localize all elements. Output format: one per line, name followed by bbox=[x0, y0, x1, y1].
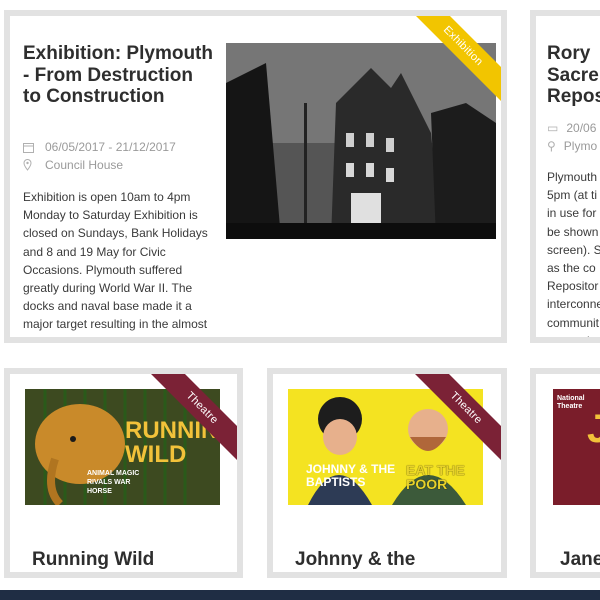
map-pin-icon: ⚲ bbox=[547, 139, 556, 153]
poster-title-text: RUNNING WILD bbox=[125, 417, 220, 468]
poster-letter-text: J bbox=[587, 409, 600, 449]
side-desc-line: as the co bbox=[547, 261, 596, 276]
map-pin-icon bbox=[23, 159, 35, 171]
calendar-icon bbox=[23, 142, 35, 153]
event-title[interactable]: Johnny & the bbox=[295, 549, 415, 571]
side-title-line: Repos bbox=[547, 86, 600, 107]
event-date-text: 06/05/2017 - 21/12/2017 bbox=[45, 140, 176, 154]
side-title-line: Sacre bbox=[547, 64, 599, 86]
side-desc-line: interconne bbox=[547, 297, 600, 312]
event-date: 06/05/2017 - 21/12/2017 bbox=[23, 140, 176, 154]
calendar-icon: ▭ bbox=[547, 121, 559, 135]
event-title[interactable]: Jane bbox=[560, 549, 600, 571]
side-desc-line: Plymouth bbox=[547, 170, 598, 184]
event-card-jane[interactable]: National Theatre J Jane bbox=[530, 368, 600, 578]
event-card-johnny-baptists[interactable]: JOHNNY & THE BAPTISTS EAT THE POOR Theat… bbox=[267, 368, 507, 578]
page-bottom-bar bbox=[0, 590, 600, 600]
event-poster[interactable]: National Theatre J bbox=[553, 389, 600, 505]
event-description: Exhibition is open 10am to 4pm Monday to… bbox=[23, 190, 208, 343]
poster-left-text: JOHNNY & THE BAPTISTS bbox=[306, 462, 396, 489]
side-desc-line: 5pm (at ti bbox=[547, 188, 598, 203]
side-event-location: ⚲ Plymo bbox=[547, 139, 597, 153]
event-title[interactable]: Running Wild bbox=[32, 549, 154, 571]
side-desc-line: out again bbox=[547, 333, 597, 343]
event-card-running-wild[interactable]: RUNNING WILD ANIMAL MAGIC RIVALS WAR HOR… bbox=[4, 368, 243, 578]
event-location-text: Council House bbox=[45, 158, 124, 172]
side-event-date: ▭ 20/06 bbox=[547, 121, 596, 135]
side-desc-line: be shown bbox=[547, 224, 599, 239]
poster-subtitle-text: ANIMAL MAGIC RIVALS WAR HORSE bbox=[87, 470, 140, 495]
side-event-date-text: 20/06 bbox=[566, 121, 597, 135]
side-event-description: Plymouth 5pm (at ti in use for be shown … bbox=[547, 168, 600, 343]
event-location: Council House bbox=[23, 158, 123, 172]
side-desc-line: communit bbox=[547, 315, 600, 330]
side-event-title[interactable]: Rory Sacre Repos bbox=[547, 43, 600, 108]
side-title-line: Rory bbox=[547, 43, 591, 64]
event-card-exhibition[interactable]: Exhibition: Plymouth - From Destruction … bbox=[4, 10, 507, 343]
event-photo[interactable] bbox=[226, 43, 496, 239]
side-desc-line: in use for bbox=[547, 206, 597, 221]
event-card-side[interactable]: Rory Sacre Repos ▭ 20/06 ⚲ Plymo Plymouth … bbox=[530, 10, 600, 343]
poster-right-text: EAT THE POOR bbox=[406, 462, 465, 492]
event-title[interactable]: Exhibition: Plymouth - From Destruction … bbox=[23, 43, 213, 108]
side-desc-line: Repositor bbox=[547, 279, 599, 294]
side-desc-line: screen). S bbox=[547, 242, 600, 257]
side-event-location-text: Plymo bbox=[563, 139, 598, 153]
